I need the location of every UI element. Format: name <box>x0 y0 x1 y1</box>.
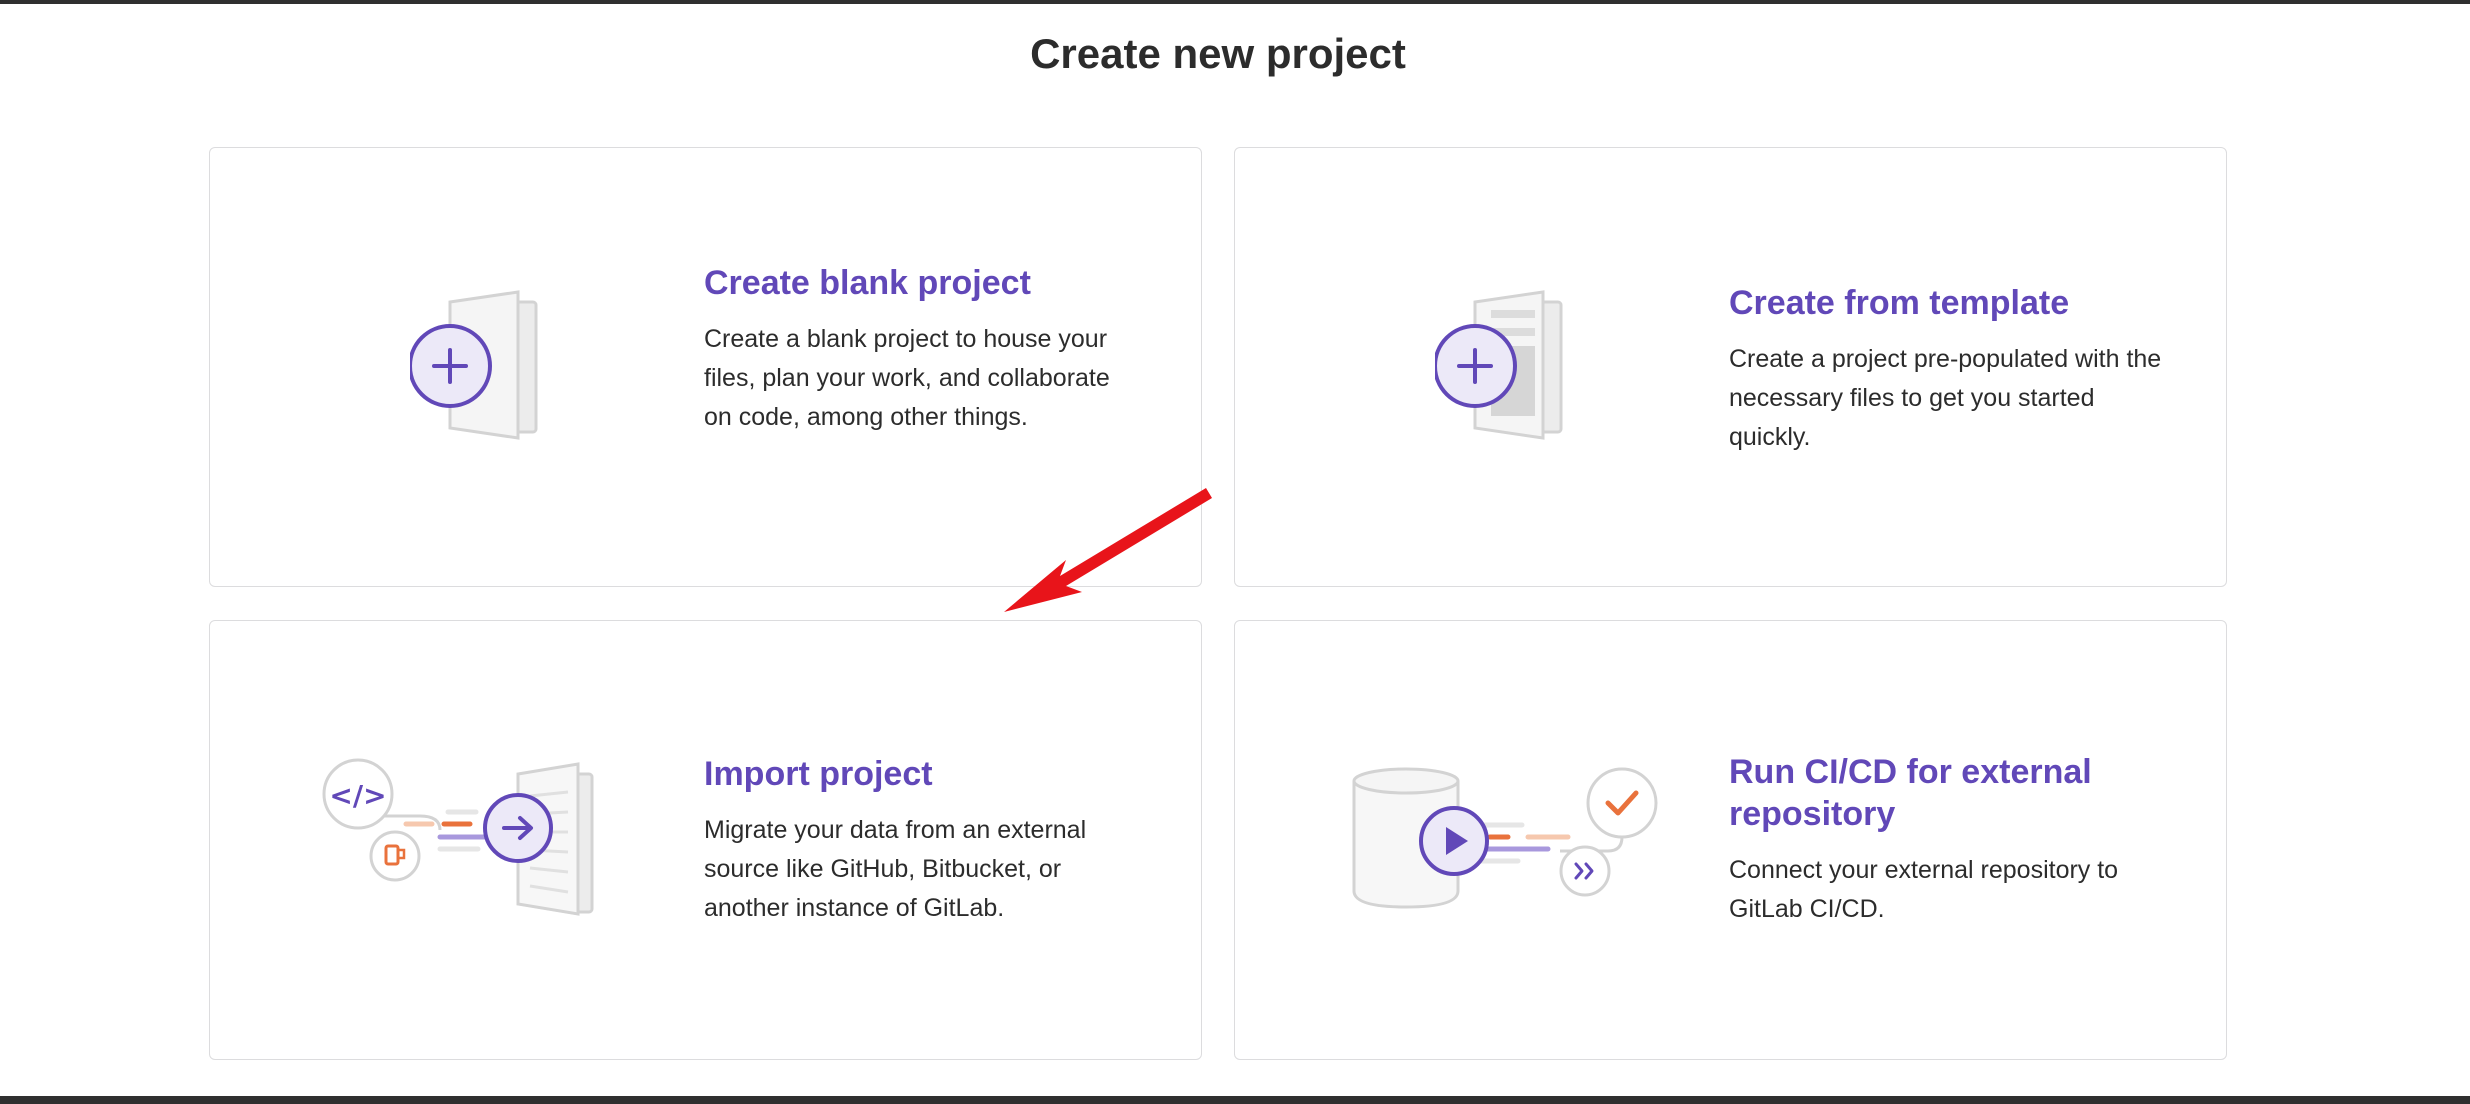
page-title: Create new project <box>1030 30 1406 77</box>
create-from-template-card[interactable]: Create from template Create a project pr… <box>1234 147 2227 587</box>
cicd-external-repo-illustration-icon <box>1352 767 1658 909</box>
window-bottom-edge <box>0 1096 2470 1104</box>
template-project-illustration-icon <box>1435 290 1563 440</box>
import-project-card[interactable]: </> Import project Migrate your data fro… <box>209 620 1202 1060</box>
svg-text:</>: </> <box>329 779 386 812</box>
create-from-template-description: Create a project pre-populated with the … <box>1729 345 2162 451</box>
create-blank-project-title[interactable]: Create blank project <box>704 262 1144 304</box>
create-from-template-title[interactable]: Create from template <box>1729 282 2169 324</box>
window-top-edge <box>0 0 2470 4</box>
import-project-title[interactable]: Import project <box>704 753 1144 795</box>
create-blank-project-description: Create a blank project to house your fil… <box>704 325 1110 431</box>
red-annotation-arrow-icon <box>1004 488 1212 612</box>
run-cicd-external-repo-description: Connect your external repository to GitL… <box>1729 856 2119 923</box>
run-cicd-external-repo-title[interactable]: Run CI/CD for external repository <box>1729 751 2169 835</box>
import-project-illustration-icon: </> <box>322 758 594 916</box>
import-project-description: Migrate your data from an external sourc… <box>704 816 1087 922</box>
blank-project-illustration-icon <box>410 290 538 440</box>
run-cicd-external-repo-card[interactable]: Run CI/CD for external repository Connec… <box>1234 620 2227 1060</box>
